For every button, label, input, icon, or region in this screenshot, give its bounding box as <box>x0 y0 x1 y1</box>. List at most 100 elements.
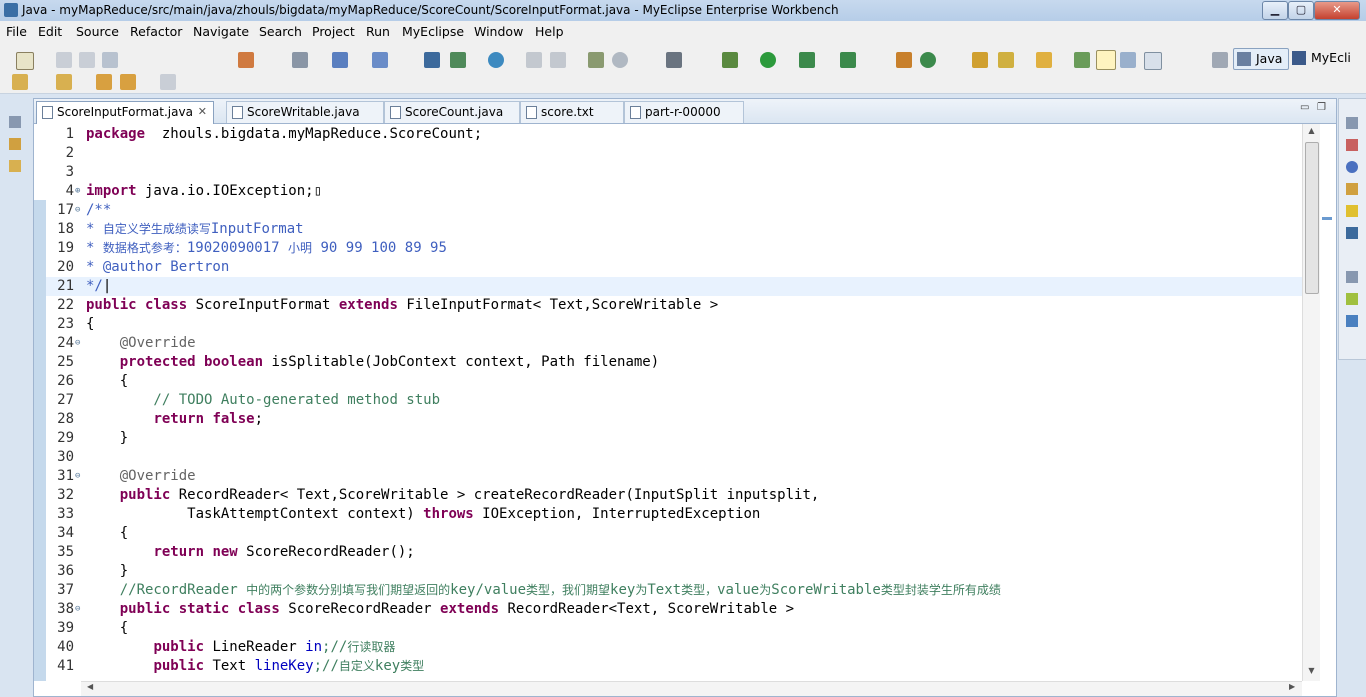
save-icon[interactable] <box>56 52 72 68</box>
fold-toggle-icon[interactable]: ⊖ <box>75 467 80 486</box>
javadoc-icon[interactable] <box>1346 161 1358 173</box>
fold-toggle-icon[interactable]: ⊖ <box>75 201 80 220</box>
perspective-myeclipse[interactable]: MyEcli <box>1292 48 1366 68</box>
menu-myeclipse[interactable]: MyEclipse <box>402 24 464 39</box>
open-perspective-icon[interactable] <box>1212 52 1228 68</box>
package-explorer-icon[interactable] <box>9 138 21 150</box>
external-tools-icon[interactable] <box>840 52 856 68</box>
code-line[interactable]: 22 public class ScoreInputFormat extends … <box>46 296 1302 315</box>
forward-icon[interactable] <box>160 74 176 90</box>
code-line[interactable]: 1 package zhouls.bigdata.myMapReduce.Scor… <box>46 125 1302 144</box>
terminal-icon[interactable] <box>292 52 308 68</box>
menu-window[interactable]: Window <box>474 24 523 39</box>
save-all-icon[interactable] <box>79 52 95 68</box>
prev-annotation-icon[interactable] <box>56 74 72 90</box>
tab-scorecount[interactable]: ScoreCount.java <box>384 101 520 123</box>
hierarchy-icon[interactable] <box>9 160 21 172</box>
settings-icon[interactable] <box>612 52 628 68</box>
coverage-icon[interactable] <box>799 52 815 68</box>
server-icon[interactable] <box>238 52 254 68</box>
vertical-scrollbar[interactable]: ▲ ▼ <box>1302 124 1320 681</box>
scroll-down-icon[interactable]: ▼ <box>1303 666 1320 675</box>
code-line[interactable]: 29 } <box>46 429 1302 448</box>
menu-file[interactable]: File <box>6 24 27 39</box>
perspective-java[interactable]: Java <box>1233 48 1289 70</box>
code-line[interactable]: 20 * @author Bertron <box>46 258 1302 277</box>
close-tab-icon[interactable]: ✕ <box>198 102 207 122</box>
menu-search[interactable]: Search <box>259 24 302 39</box>
tab-score-txt[interactable]: score.txt <box>520 101 624 123</box>
copy-icon[interactable] <box>550 52 566 68</box>
maximize-editor-icon[interactable]: ❐ <box>1317 102 1326 113</box>
paragraph-icon[interactable] <box>1144 52 1162 70</box>
menu-help[interactable]: Help <box>535 24 564 39</box>
fold-toggle-icon[interactable]: ⊕ <box>75 182 80 201</box>
code-line[interactable]: 28 return false; <box>46 410 1302 429</box>
tasks-icon[interactable] <box>1346 293 1358 305</box>
new-icon[interactable] <box>16 52 34 70</box>
open-icon[interactable] <box>526 52 542 68</box>
maximize-button[interactable]: ▢ <box>1288 1 1314 20</box>
next-annotation-icon[interactable] <box>12 74 28 90</box>
open-type-icon[interactable] <box>972 52 988 68</box>
run-server-icon[interactable] <box>450 52 466 68</box>
horizontal-scrollbar[interactable]: ◀ ▶ <box>81 681 1302 696</box>
minimize-button[interactable]: ▁ <box>1262 1 1288 20</box>
code-line[interactable]: 2 <box>46 144 1302 163</box>
menu-project[interactable]: Project <box>312 24 355 39</box>
menu-run[interactable]: Run <box>366 24 390 39</box>
restore-icon[interactable] <box>1346 117 1358 129</box>
tab-part-r-00000[interactable]: part-r-00000 <box>624 101 744 123</box>
console-icon[interactable] <box>1346 227 1358 239</box>
code-line[interactable]: 3 <box>46 163 1302 182</box>
code-line[interactable]: 21 */| <box>46 277 1302 296</box>
declaration-icon[interactable] <box>1346 183 1358 195</box>
fold-toggle-icon[interactable]: ⊖ <box>75 600 80 619</box>
restore-icon[interactable] <box>9 116 21 128</box>
scroll-up-icon[interactable]: ▲ <box>1303 126 1320 135</box>
code-line[interactable]: 34 { <box>46 524 1302 543</box>
run-icon[interactable] <box>760 52 776 68</box>
code-line[interactable]: 19 * 数据格式参考：19020090017 小明 90 99 100 89 9… <box>46 239 1302 258</box>
wizard-icon[interactable] <box>332 52 348 68</box>
code-line[interactable]: 23 { <box>46 315 1302 334</box>
scrollbar-thumb[interactable] <box>1305 142 1319 294</box>
restore-icon-2[interactable] <box>1346 271 1358 283</box>
last-edit-icon[interactable] <box>96 74 112 90</box>
code-line[interactable]: 30 <box>46 448 1302 467</box>
code-line[interactable]: 40 public LineReader in;//行读取器 <box>46 638 1302 657</box>
block-icon[interactable] <box>1120 52 1136 68</box>
package-icon[interactable] <box>896 52 912 68</box>
camera-icon[interactable] <box>666 52 682 68</box>
problems-icon[interactable] <box>1346 139 1358 151</box>
tab-scoreinputformat[interactable]: ScoreInputFormat.java ✕ <box>36 101 214 124</box>
code-line[interactable]: 39 { <box>46 619 1302 638</box>
code-line[interactable]: 18 * 自定义学生成绩读写InputFormat <box>46 220 1302 239</box>
menu-refactor[interactable]: Refactor <box>130 24 182 39</box>
scroll-right-icon[interactable]: ▶ <box>1289 682 1295 691</box>
close-button[interactable]: ✕ <box>1314 1 1360 20</box>
code-line[interactable]: 25 protected boolean isSplitable(JobCont… <box>46 353 1302 372</box>
task-icon[interactable] <box>588 52 604 68</box>
code-line[interactable]: 27 // TODO Auto-generated method stub <box>46 391 1302 410</box>
servers-icon[interactable] <box>1346 205 1358 217</box>
menu-edit[interactable]: Edit <box>38 24 62 39</box>
code-line[interactable]: 35 return new ScoreRecordReader(); <box>46 543 1302 562</box>
pin-icon[interactable] <box>1074 52 1090 68</box>
fold-toggle-icon[interactable]: ⊖ <box>75 334 80 353</box>
code-line[interactable]: 32 public RecordReader< Text,ScoreWritab… <box>46 486 1302 505</box>
code-line[interactable]: 26 { <box>46 372 1302 391</box>
tab-scorewritable[interactable]: ScoreWritable.java <box>226 101 384 123</box>
code-line[interactable]: 37 //RecordReader 中的两个参数分别填写我们期望返回的key/v… <box>46 581 1302 600</box>
code-line[interactable]: 31 ⊖ @Override <box>46 467 1302 486</box>
debug-icon[interactable] <box>722 52 738 68</box>
outline-icon[interactable] <box>1346 315 1358 327</box>
highlight-icon[interactable] <box>1096 50 1116 70</box>
menu-navigate[interactable]: Navigate <box>193 24 249 39</box>
code-line[interactable]: 41 public Text lineKey;//自定义key类型 <box>46 657 1302 676</box>
scroll-left-icon[interactable]: ◀ <box>87 682 93 691</box>
back-icon[interactable] <box>120 74 136 90</box>
code-line[interactable]: 36 } <box>46 562 1302 581</box>
magic-icon[interactable] <box>372 52 388 68</box>
minimize-editor-icon[interactable]: ▭ <box>1300 102 1309 113</box>
